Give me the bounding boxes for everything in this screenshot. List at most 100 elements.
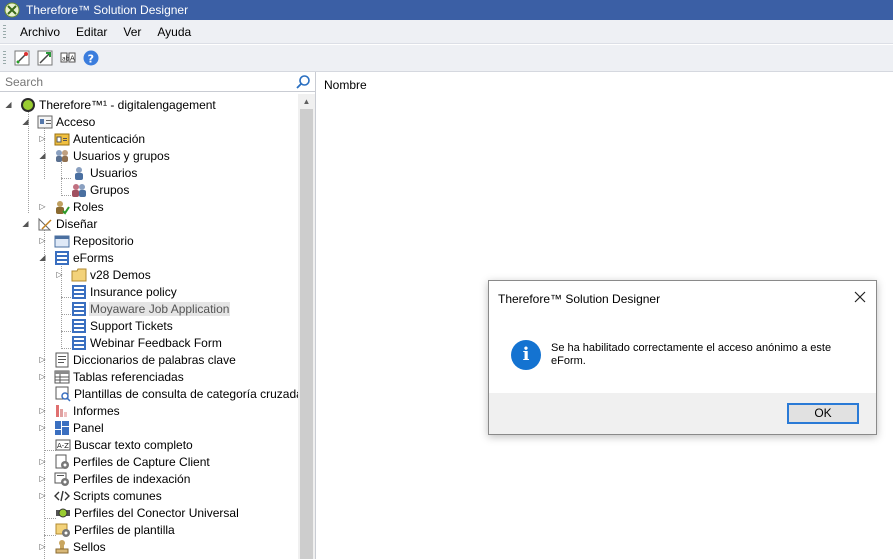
search-input[interactable] — [0, 74, 290, 89]
expand-icon[interactable]: ▷ — [38, 355, 47, 364]
tree-node-buscar[interactable]: A-Z Buscar texto completo — [55, 436, 194, 453]
tree-node-eforms[interactable]: ◢ eForms — [38, 249, 115, 266]
tree-node-autenticacion[interactable]: ▷ Autenticación — [38, 130, 146, 147]
menu-editar[interactable]: Editar — [68, 25, 115, 39]
menu-ayuda[interactable]: Ayuda — [149, 25, 199, 39]
expand-icon[interactable]: ▷ — [55, 270, 64, 279]
window-title: Therefore™ Solution Designer — [26, 3, 189, 17]
deploy-icon[interactable] — [35, 48, 55, 68]
eform-icon — [71, 301, 87, 317]
expand-icon[interactable]: ▷ — [38, 236, 47, 245]
tree-node-label: Webinar Feedback Form — [90, 335, 222, 350]
expand-icon[interactable]: ▷ — [38, 372, 47, 381]
design-icon — [37, 216, 53, 232]
help-icon[interactable]: ? — [81, 48, 101, 68]
tree-node-acceso[interactable]: ◢ Acceso — [21, 113, 96, 130]
collapse-icon[interactable]: ◢ — [21, 219, 30, 228]
tree-node-perfiles-indexacion[interactable]: ▷ Perfiles de indexación — [38, 470, 191, 487]
tree-node-support-tickets[interactable]: Support Tickets — [71, 317, 174, 334]
tree-node-label: Informes — [73, 403, 120, 418]
collapse-icon[interactable]: ◢ — [4, 100, 13, 109]
tree-line — [61, 348, 71, 349]
indexing-profile-icon — [54, 471, 70, 487]
tree-node-insurance-policy[interactable]: Insurance policy — [71, 283, 178, 300]
tree-node-label: Scripts comunes — [73, 488, 162, 503]
dictionary-icon — [54, 352, 70, 368]
tree-node-label: Roles — [73, 199, 104, 214]
navigation-pane: ◢ Therefore™¹ - digitalengagement ◢ Acce… — [0, 72, 316, 559]
tree-node-tablas[interactable]: ▷ Tablas referenciadas — [38, 368, 185, 385]
tree-node-label: Insurance policy — [90, 284, 177, 299]
dialog-title: Therefore™ Solution Designer — [498, 292, 661, 306]
expand-icon[interactable]: ▷ — [38, 423, 47, 432]
tree-node-sellos[interactable]: ▷ Sellos — [38, 538, 107, 555]
tree-node-v28-demos[interactable]: ▷ v28 Demos — [55, 266, 152, 283]
expand-icon[interactable]: ▷ — [38, 542, 47, 551]
tree-node-label: Usuarios y grupos — [73, 148, 170, 163]
tree-node-informes[interactable]: ▷ Informes — [38, 402, 121, 419]
tree-node-perfiles-plantilla[interactable]: Perfiles de plantilla — [55, 521, 176, 538]
tree-node-label: Panel — [73, 420, 104, 435]
tree-node-label: Perfiles de plantilla — [74, 522, 175, 537]
tree-node-label: Diseñar — [56, 216, 98, 231]
folder-icon — [71, 267, 87, 283]
dashboard-icon — [54, 420, 70, 436]
scroll-up-icon[interactable]: ▲ — [298, 94, 315, 109]
wizard-icon[interactable] — [12, 48, 32, 68]
eform-icon — [71, 284, 87, 300]
tree-node-usuarios-grupos[interactable]: ◢ Usuarios y grupos — [38, 147, 171, 164]
menu-ver[interactable]: Ver — [115, 25, 149, 39]
access-icon — [37, 114, 53, 130]
fulltext-search-icon: A-Z — [55, 437, 71, 453]
tree-node-label: Plantillas de consulta de categoría cruz… — [74, 386, 303, 401]
tree-node-scripts[interactable]: ▷ Scripts comunes — [38, 487, 163, 504]
query-template-icon — [55, 386, 71, 402]
eform-icon — [71, 318, 87, 334]
tree-node-label: Perfiles de Capture Client — [73, 454, 210, 469]
tree-node-perfiles-capture[interactable]: ▷ Perfiles de Capture Client — [38, 453, 211, 470]
tree-node-webinar[interactable]: Webinar Feedback Form — [71, 334, 223, 351]
ok-button[interactable]: OK — [787, 403, 859, 424]
tree-node-label: Diccionarios de palabras clave — [73, 352, 236, 367]
tree-node-usuarios[interactable]: Usuarios — [71, 164, 138, 181]
expand-icon[interactable]: ▷ — [38, 457, 47, 466]
app-logo-icon — [4, 2, 20, 18]
tree-node-moyaware[interactable]: Moyaware Job Application — [71, 300, 231, 317]
eform-icon — [54, 250, 70, 266]
tree-node-disenar[interactable]: ◢ Diseñar — [21, 215, 98, 232]
expand-icon[interactable]: ▷ — [38, 202, 47, 211]
svg-text:A-Z: A-Z — [57, 442, 69, 450]
expand-icon[interactable]: ▷ — [38, 491, 47, 500]
tree-node-grupos[interactable]: Grupos — [71, 181, 130, 198]
expand-icon[interactable]: ▷ — [38, 134, 47, 143]
close-icon[interactable] — [852, 289, 868, 305]
menu-bar: Archivo Editar Ver Ayuda — [0, 20, 893, 44]
menu-archivo[interactable]: Archivo — [12, 25, 68, 39]
tree-node-repositorio[interactable]: ▷ Repositorio — [38, 232, 135, 249]
column-header-nombre[interactable]: Nombre — [324, 78, 367, 92]
tree-node-root[interactable]: ◢ Therefore™¹ - digitalengagement — [4, 96, 217, 113]
template-profile-icon — [55, 522, 71, 538]
tree-line — [61, 195, 71, 196]
collapse-icon[interactable]: ◢ — [38, 253, 47, 262]
tree-node-roles[interactable]: ▷ Roles — [38, 198, 105, 215]
tree-node-label: Therefore™¹ - digitalengagement — [39, 97, 216, 112]
menu-grip — [3, 24, 6, 39]
expand-icon[interactable]: ▷ — [38, 474, 47, 483]
tree-scrollbar[interactable]: ▲ — [298, 94, 315, 559]
collapse-icon[interactable]: ◢ — [21, 117, 30, 126]
collapse-icon[interactable]: ◢ — [38, 151, 47, 160]
tree-node-diccionarios[interactable]: ▷ Diccionarios de palabras clave — [38, 351, 237, 368]
tree-node-panel[interactable]: ▷ Panel — [38, 419, 105, 436]
tree-node-label: Support Tickets — [90, 318, 173, 333]
tree-node-label: Acceso — [56, 114, 96, 129]
svg-text:?: ? — [88, 53, 94, 66]
search-icon[interactable] — [295, 74, 311, 90]
tree-node-plantillas-consulta[interactable]: Plantillas de consulta de categoría cruz… — [55, 385, 304, 402]
expand-icon[interactable]: ▷ — [38, 406, 47, 415]
scrollbar-thumb[interactable] — [300, 109, 313, 559]
tree-node-label: Grupos — [90, 182, 130, 197]
tree-node-label: Perfiles del Conector Universal — [74, 505, 239, 520]
spellcheck-icon[interactable]: ab A — [58, 48, 78, 68]
tree-node-perfiles-conector[interactable]: Perfiles del Conector Universal — [55, 504, 240, 521]
